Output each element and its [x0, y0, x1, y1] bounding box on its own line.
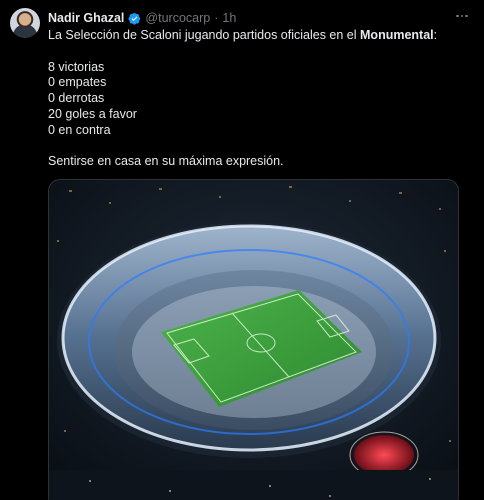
avatar[interactable]	[10, 8, 40, 38]
more-options-icon[interactable]	[452, 8, 472, 24]
stadium-photo[interactable]	[48, 179, 459, 500]
timestamp[interactable]: 1h	[222, 11, 236, 25]
stat-line: 20 goles a favor	[48, 106, 137, 121]
author-handle[interactable]: @turcocarp	[145, 11, 210, 25]
stat-line: 0 en contra	[48, 122, 111, 137]
tweet-intro-line: La Selección de Scaloni jugando partidos…	[48, 28, 468, 44]
stat-line: 0 empates	[48, 75, 107, 90]
stat-line: 8 victorias	[48, 59, 105, 74]
tweet[interactable]: Nadir Ghazal @turcocarp · 1h La Selecció…	[0, 0, 484, 500]
intro-colon: :	[433, 28, 438, 42]
verified-badge-icon	[128, 12, 141, 25]
intro-text: La Selección de Scaloni jugando partidos…	[48, 28, 361, 42]
author-name[interactable]: Nadir Ghazal	[48, 11, 124, 25]
tweet-header: Nadir Ghazal @turcocarp · 1h	[48, 9, 236, 27]
bold-venue: Monumental	[360, 28, 434, 42]
stat-line: 0 derrotas	[48, 91, 105, 106]
tweet-text: La Selección de Scaloni jugando partidos…	[48, 28, 468, 170]
closing-line: Sentirse en casa en su máxima expresión.	[48, 154, 284, 169]
separator-dot: ·	[214, 11, 219, 25]
